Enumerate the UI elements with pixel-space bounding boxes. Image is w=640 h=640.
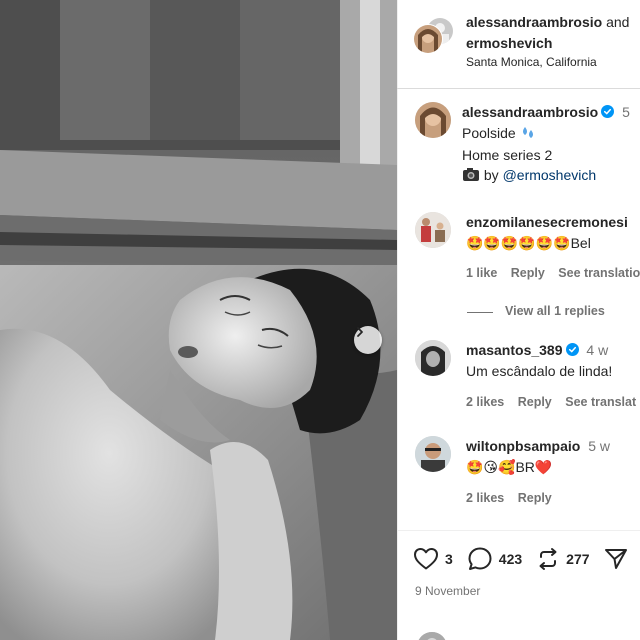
caption-header: alessandraambrosio 5: [462, 104, 630, 120]
carousel-next-button[interactable]: [354, 326, 382, 354]
comment-username[interactable]: masantos_389: [466, 342, 563, 358]
view-replies-line: [467, 312, 493, 313]
comment-time: 4 w: [586, 342, 609, 358]
comment-avatar[interactable]: [415, 212, 451, 248]
share-button[interactable]: [604, 547, 628, 571]
comment-count: 423: [498, 551, 523, 567]
comment-reply-button[interactable]: Reply: [518, 395, 552, 409]
viewer-avatar[interactable]: [417, 632, 447, 640]
comment-bubble-icon: [468, 547, 492, 570]
post-location[interactable]: Santa Monica, California: [466, 55, 597, 69]
caption-credit: by @ermoshevich: [462, 167, 596, 183]
author-conjunction: and: [606, 14, 630, 30]
comment-meta: 2 likes Reply: [466, 491, 562, 505]
post-side-panel: alessandraambrosio and ermoshevich Santa…: [397, 0, 640, 640]
repost-icon: [539, 548, 557, 570]
caption-line-1-text: Poolside: [462, 125, 516, 141]
comment-header: enzomilanesecremonesi: [466, 214, 628, 230]
collaborator-username[interactable]: ermoshevich: [466, 35, 552, 51]
comment-button[interactable]: 423: [467, 546, 522, 572]
comment-avatar[interactable]: [415, 340, 451, 376]
post-photo: [0, 0, 397, 640]
comment-header: masantos_389 4 w: [466, 342, 608, 358]
comment-text: Um escândalo de linda!: [466, 363, 613, 379]
credit-link[interactable]: @ermoshevich: [503, 167, 597, 183]
comment-meta: 2 likes Reply See translat: [466, 395, 640, 409]
post-media[interactable]: [0, 0, 397, 640]
comment-time: 5 w: [588, 438, 611, 454]
comment-translate-button[interactable]: See translation: [558, 266, 640, 280]
post-actions: 3 423 277: [413, 546, 640, 572]
repost-button[interactable]: 277: [536, 547, 590, 571]
comment-translate-button[interactable]: See translat: [565, 395, 636, 409]
heart-icon: [414, 548, 438, 570]
caption-avatar[interactable]: [415, 102, 451, 138]
author-username[interactable]: alessandraambrosio: [466, 14, 602, 30]
verified-badge-icon: [601, 105, 615, 118]
caption-line-1: Poolside: [462, 125, 536, 141]
like-count: 3: [445, 551, 453, 567]
comment-text: 🤩😘🥰BR❤️: [466, 459, 553, 475]
water-drops-icon: [522, 127, 533, 138]
comment-text: 🤩🤩🤩🤩🤩🤩Bel: [466, 235, 591, 251]
send-icon: [604, 549, 627, 569]
author-avatar[interactable]: [413, 24, 443, 54]
comment-likes[interactable]: 2 likes: [466, 491, 504, 505]
comment-likes[interactable]: 1 like: [466, 266, 497, 280]
comment-header: wiltonpbsampaio 5 w: [466, 438, 610, 454]
chevron-right-icon: [357, 327, 363, 337]
caption-username[interactable]: alessandraambrosio: [462, 104, 598, 120]
caption-time: 5: [622, 104, 630, 120]
comment-username[interactable]: enzomilanesecremonesi: [466, 214, 628, 230]
caption-line-2: Home series 2: [462, 147, 553, 163]
comment-reply-button[interactable]: Reply: [518, 491, 552, 505]
credit-prefix: by: [483, 167, 499, 183]
comment-avatar[interactable]: [415, 436, 451, 472]
comment-reply-button[interactable]: Reply: [511, 266, 545, 280]
comment-meta: 1 like Reply See translation: [466, 266, 640, 280]
verified-badge-icon: [565, 343, 579, 356]
post-header: alessandraambrosio and ermoshevich Santa…: [397, 0, 640, 89]
repost-count: 277: [566, 551, 590, 567]
post-date: 9 November: [415, 584, 481, 598]
like-button[interactable]: 3: [413, 547, 453, 571]
view-replies-button[interactable]: View all 1 replies: [505, 304, 605, 318]
header-authors: alessandraambrosio and: [466, 14, 629, 30]
camera-icon: [463, 168, 479, 181]
comment-likes[interactable]: 2 likes: [466, 395, 504, 409]
actions-divider: [397, 530, 640, 531]
comment-username[interactable]: wiltonpbsampaio: [466, 438, 580, 454]
